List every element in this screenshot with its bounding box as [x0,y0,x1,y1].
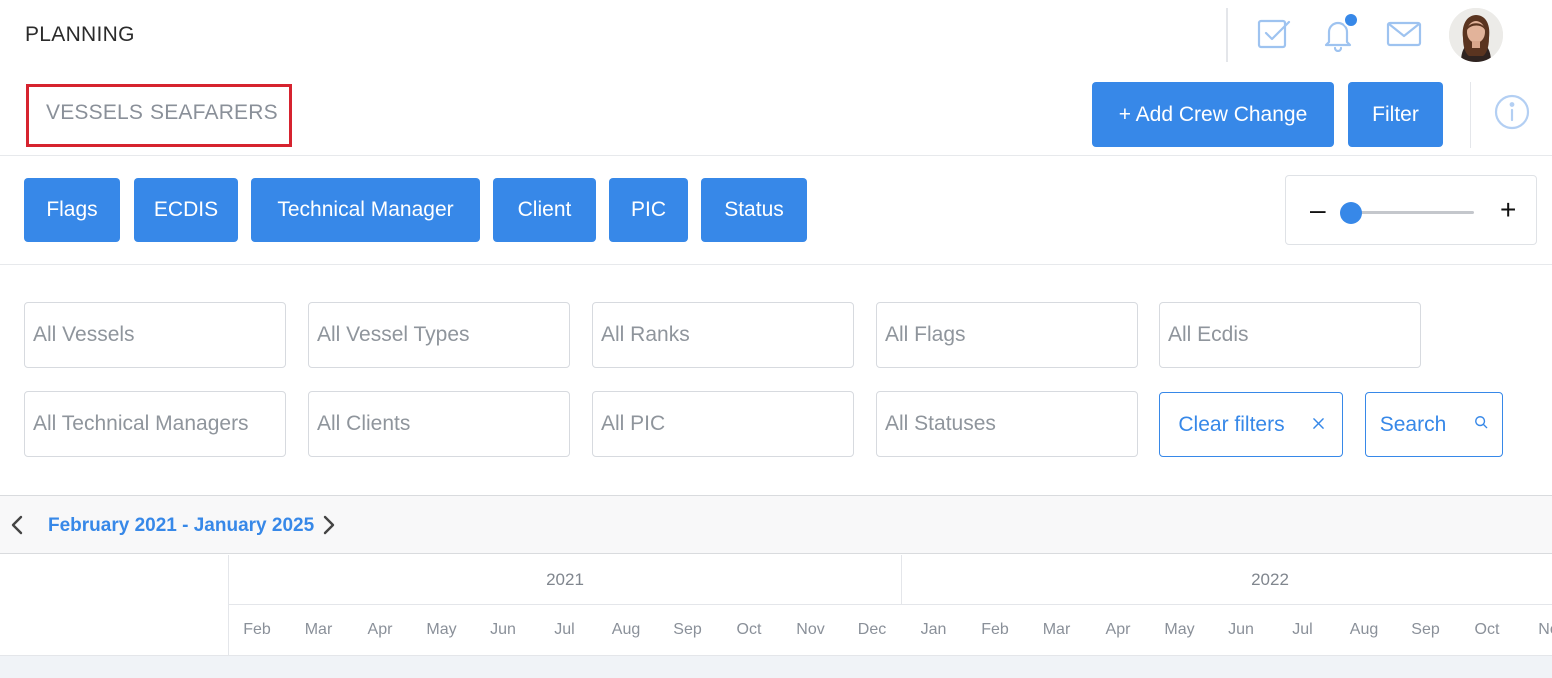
notification-dot [1343,12,1359,28]
clear-filters-button[interactable]: Clear filters [1159,392,1343,457]
client-button[interactable]: Client [493,178,596,242]
pic-button[interactable]: PIC [609,178,688,242]
flags-button[interactable]: Flags [24,178,120,242]
timeline-row-header [0,555,229,655]
month-label: Jun [1228,621,1254,638]
month-label: Jul [1292,621,1313,638]
month-label: Apr [367,621,393,638]
chevron-left-icon[interactable] [8,514,26,536]
actions-divider [1470,82,1471,148]
status-button[interactable]: Status [701,178,807,242]
ranks-select[interactable]: All Ranks [592,302,854,368]
month-label: Sep [673,621,702,638]
month-label: Oct [1474,621,1500,638]
vessel-types-select[interactable]: All Vessel Types [308,302,570,368]
timeline-grid: 2021 2022 Feb Mar Apr May Jun Jul Aug Sep Oct Nov… [0,555,1552,655]
pic-select[interactable]: All PIC [592,391,854,457]
month-label: Jan [920,621,947,638]
month-label: Dec [857,621,887,638]
mail-icon[interactable] [1386,16,1422,52]
technical-manager-button[interactable]: Technical Manager [251,178,480,242]
timeline-nav: February 2021 - January 2025 [0,495,1552,554]
month-label: Jul [554,621,575,638]
bell-icon[interactable] [1320,12,1359,53]
search-label: Search [1379,412,1447,436]
timeline-range: February 2021 - January 2025 [48,515,315,536]
month-label: Feb [981,621,1009,638]
year-label: 2021 [229,555,902,605]
month-label: Jun [490,621,516,638]
clear-filters-label: Clear filters [1178,412,1285,436]
clients-select[interactable]: All Clients [308,391,570,457]
month-label: Mar [304,621,333,638]
close-icon [1299,416,1324,434]
month-label: Sep [1411,621,1440,638]
filter-button[interactable]: Filter [1348,82,1443,147]
month-label: Nov [796,621,825,638]
header-divider [1226,8,1228,62]
divider [0,155,1552,156]
ecdis-button[interactable]: ECDIS [134,178,238,242]
search-button[interactable]: Search [1365,392,1503,457]
add-crew-change-button[interactable]: + Add Crew Change [1092,82,1334,147]
technical-managers-select[interactable]: All Technical Managers [24,391,286,457]
timeline-body [0,655,1552,678]
zoom-out-button[interactable]: – [1310,196,1326,224]
month-label: Aug [1349,621,1379,638]
month-row: Feb Mar Apr May Jun Jul Aug Sep Oct Nov Dec Jan Feb M… [229,605,1552,655]
tab-vessels[interactable]: VESSELS [46,101,143,125]
zoom-slider-track[interactable] [1352,211,1474,214]
zoom-control: – + [1285,175,1537,245]
zoom-in-button[interactable]: + [1500,196,1516,224]
month-label: May [426,621,457,638]
month-label: Mar [1042,621,1071,638]
flags-select[interactable]: All Flags [876,302,1138,368]
month-label: Apr [1105,621,1131,638]
year-row: 2021 2022 [229,555,1552,605]
vessels-select[interactable]: All Vessels [24,302,286,368]
chevron-right-icon[interactable] [320,514,338,536]
search-icon [1460,415,1488,434]
ecdis-select[interactable]: All Ecdis [1159,302,1421,368]
avatar[interactable] [1449,8,1503,62]
statuses-select[interactable]: All Statuses [876,391,1138,457]
divider [0,264,1552,265]
zoom-slider-thumb[interactable] [1340,202,1362,224]
tab-seafarers[interactable]: SEAFARERS [150,101,278,125]
month-label: No [1538,621,1552,638]
month-label: Aug [611,621,641,638]
page-title: PLANNING [25,23,135,46]
year-label: 2022 [1251,570,1289,589]
month-label: May [1164,621,1195,638]
top-header: PLANNING [0,0,1552,70]
check-square-icon[interactable] [1256,16,1292,52]
month-label: Oct [736,621,762,638]
month-label: Feb [243,621,271,638]
info-icon[interactable] [1494,94,1530,130]
